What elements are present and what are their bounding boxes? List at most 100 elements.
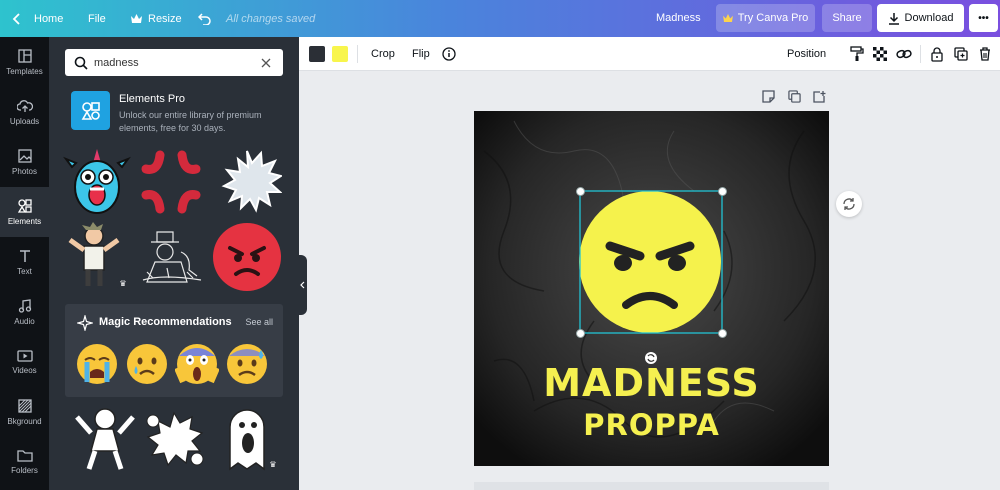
- magic-recommendations-title: Magic Recommendations: [99, 316, 232, 328]
- regenerate-button[interactable]: [836, 191, 862, 217]
- uploads-icon: [16, 99, 33, 112]
- file-label: File: [88, 12, 106, 25]
- elements-pro-description: Unlock our entire library of premium ele…: [119, 110, 262, 133]
- see-all-link[interactable]: See all: [245, 317, 273, 327]
- sidebar-item-label: Elements: [7, 216, 42, 226]
- element-ghost-scream[interactable]: ♛: [212, 403, 282, 473]
- flip-button[interactable]: Flip: [412, 37, 430, 71]
- emoji-screaming[interactable]: [174, 342, 220, 386]
- element-cartoon-man[interactable]: ♛: [62, 222, 132, 292]
- link-button[interactable]: [896, 37, 912, 71]
- home-button[interactable]: Home: [12, 0, 63, 37]
- page-add-button[interactable]: [813, 90, 826, 106]
- resize-handle-top-right[interactable]: [718, 187, 727, 196]
- element-cartoon-devil-sketch[interactable]: [71, 403, 141, 473]
- sidebar-item-label: Templates: [6, 66, 43, 76]
- audio-icon: [18, 298, 31, 313]
- position-button[interactable]: Position: [787, 37, 826, 71]
- transparency-icon: [873, 47, 887, 61]
- duplicate-icon: [788, 90, 801, 103]
- premium-crown-icon: ♛: [266, 459, 280, 471]
- lock-button[interactable]: [931, 37, 943, 71]
- magic-recommendations: Magic Recommendations See all: [65, 304, 283, 397]
- canvas-title-text[interactable]: MADNESS: [474, 361, 829, 405]
- canvas-subtitle-text[interactable]: PROPPA: [474, 408, 829, 442]
- share-label: Share: [832, 12, 862, 24]
- try-pro-label: Try Canva Pro: [737, 12, 809, 24]
- home-label: Home: [34, 12, 64, 25]
- try-pro-button[interactable]: Try Canva Pro: [716, 4, 815, 32]
- trash-icon: [980, 47, 990, 61]
- transparency-button[interactable]: [873, 37, 887, 71]
- chevron-left-icon: [299, 281, 304, 289]
- sidebar-item-label: Text: [17, 266, 32, 276]
- file-menu[interactable]: File: [88, 0, 106, 37]
- resize-handle-top-left[interactable]: [576, 187, 585, 196]
- design-name[interactable]: Madness: [656, 0, 701, 37]
- clear-icon[interactable]: [261, 58, 271, 68]
- refresh-icon: [843, 198, 855, 210]
- duplicate-button[interactable]: [954, 37, 968, 71]
- collapse-panel-button[interactable]: [297, 255, 307, 315]
- element-mad-hatter-sketch[interactable]: [137, 222, 207, 292]
- more-button[interactable]: •••: [969, 4, 998, 32]
- element-explosion-bubble[interactable]: [212, 147, 284, 217]
- color-swatch-dark[interactable]: [309, 46, 325, 62]
- download-button[interactable]: Download: [877, 4, 964, 32]
- search-input[interactable]: madness: [65, 49, 283, 76]
- background-icon: [17, 398, 32, 413]
- sidebar-item-uploads[interactable]: Uploads: [0, 87, 49, 137]
- elements-pro-promo[interactable]: Elements Pro Unlock our entire library o…: [71, 90, 291, 135]
- page-duplicate-button[interactable]: [788, 90, 801, 106]
- delete-button[interactable]: [979, 37, 991, 71]
- resize-handle-bottom-left[interactable]: [576, 329, 585, 338]
- sidebar-item-elements[interactable]: Elements: [0, 187, 49, 237]
- resize-button[interactable]: Resize: [131, 0, 182, 37]
- lock-icon: [931, 46, 943, 62]
- emoji-crying-loud[interactable]: [75, 342, 119, 386]
- element-angry-face-red[interactable]: [212, 222, 282, 292]
- sidebar-item-folders[interactable]: Folders: [0, 437, 49, 487]
- saved-status-text: All changes saved: [226, 12, 316, 25]
- undo-button[interactable]: [198, 0, 212, 37]
- chevron-left-icon: [12, 12, 20, 25]
- divider: [357, 45, 358, 63]
- search-icon: [74, 56, 88, 70]
- resize-handle-bottom-right[interactable]: [718, 329, 727, 338]
- info-button[interactable]: [442, 37, 456, 71]
- crop-label: Crop: [371, 48, 395, 60]
- sidebar-item-label: Photos: [12, 166, 37, 176]
- copy-style-button[interactable]: [850, 37, 864, 71]
- next-page-preview: [474, 482, 829, 490]
- sidebar-item-text[interactable]: Text: [0, 237, 49, 287]
- element-comic-fight-cloud[interactable]: [139, 403, 209, 473]
- sparkle-icon: [77, 315, 93, 331]
- crop-button[interactable]: Crop: [371, 37, 395, 71]
- sidebar-item-audio[interactable]: Audio: [0, 287, 49, 337]
- sidebar-item-label: Audio: [14, 316, 35, 326]
- element-unicorn-monster[interactable]: [62, 147, 132, 217]
- emoji-anxious-sweat[interactable]: [225, 342, 269, 386]
- sidebar-item-photos[interactable]: Photos: [0, 137, 49, 187]
- note-icon: [762, 90, 775, 103]
- sidebar-item-videos[interactable]: Videos: [0, 337, 49, 387]
- sidebar-item-background[interactable]: Bkground: [0, 387, 49, 437]
- folders-icon: [16, 450, 33, 462]
- flip-label: Flip: [412, 48, 430, 60]
- design-canvas[interactable]: MADNESS PROPPA: [474, 111, 829, 466]
- download-label: Download: [904, 12, 954, 24]
- undo-icon: [198, 12, 211, 25]
- templates-icon: [17, 48, 32, 63]
- crown-icon: [722, 14, 733, 22]
- page-note-button[interactable]: [762, 90, 775, 106]
- share-button[interactable]: Share: [822, 4, 872, 32]
- emoji-sad-tear[interactable]: [125, 342, 169, 386]
- sidebar-item-templates[interactable]: Templates: [0, 37, 49, 87]
- photos-icon: [17, 148, 32, 163]
- premium-crown-icon: ♛: [116, 278, 130, 290]
- download-icon: [888, 12, 899, 25]
- color-swatch-yellow[interactable]: [332, 46, 348, 62]
- search-value: madness: [94, 56, 139, 69]
- link-icon: [896, 49, 912, 59]
- element-anger-symbol[interactable]: [136, 147, 206, 217]
